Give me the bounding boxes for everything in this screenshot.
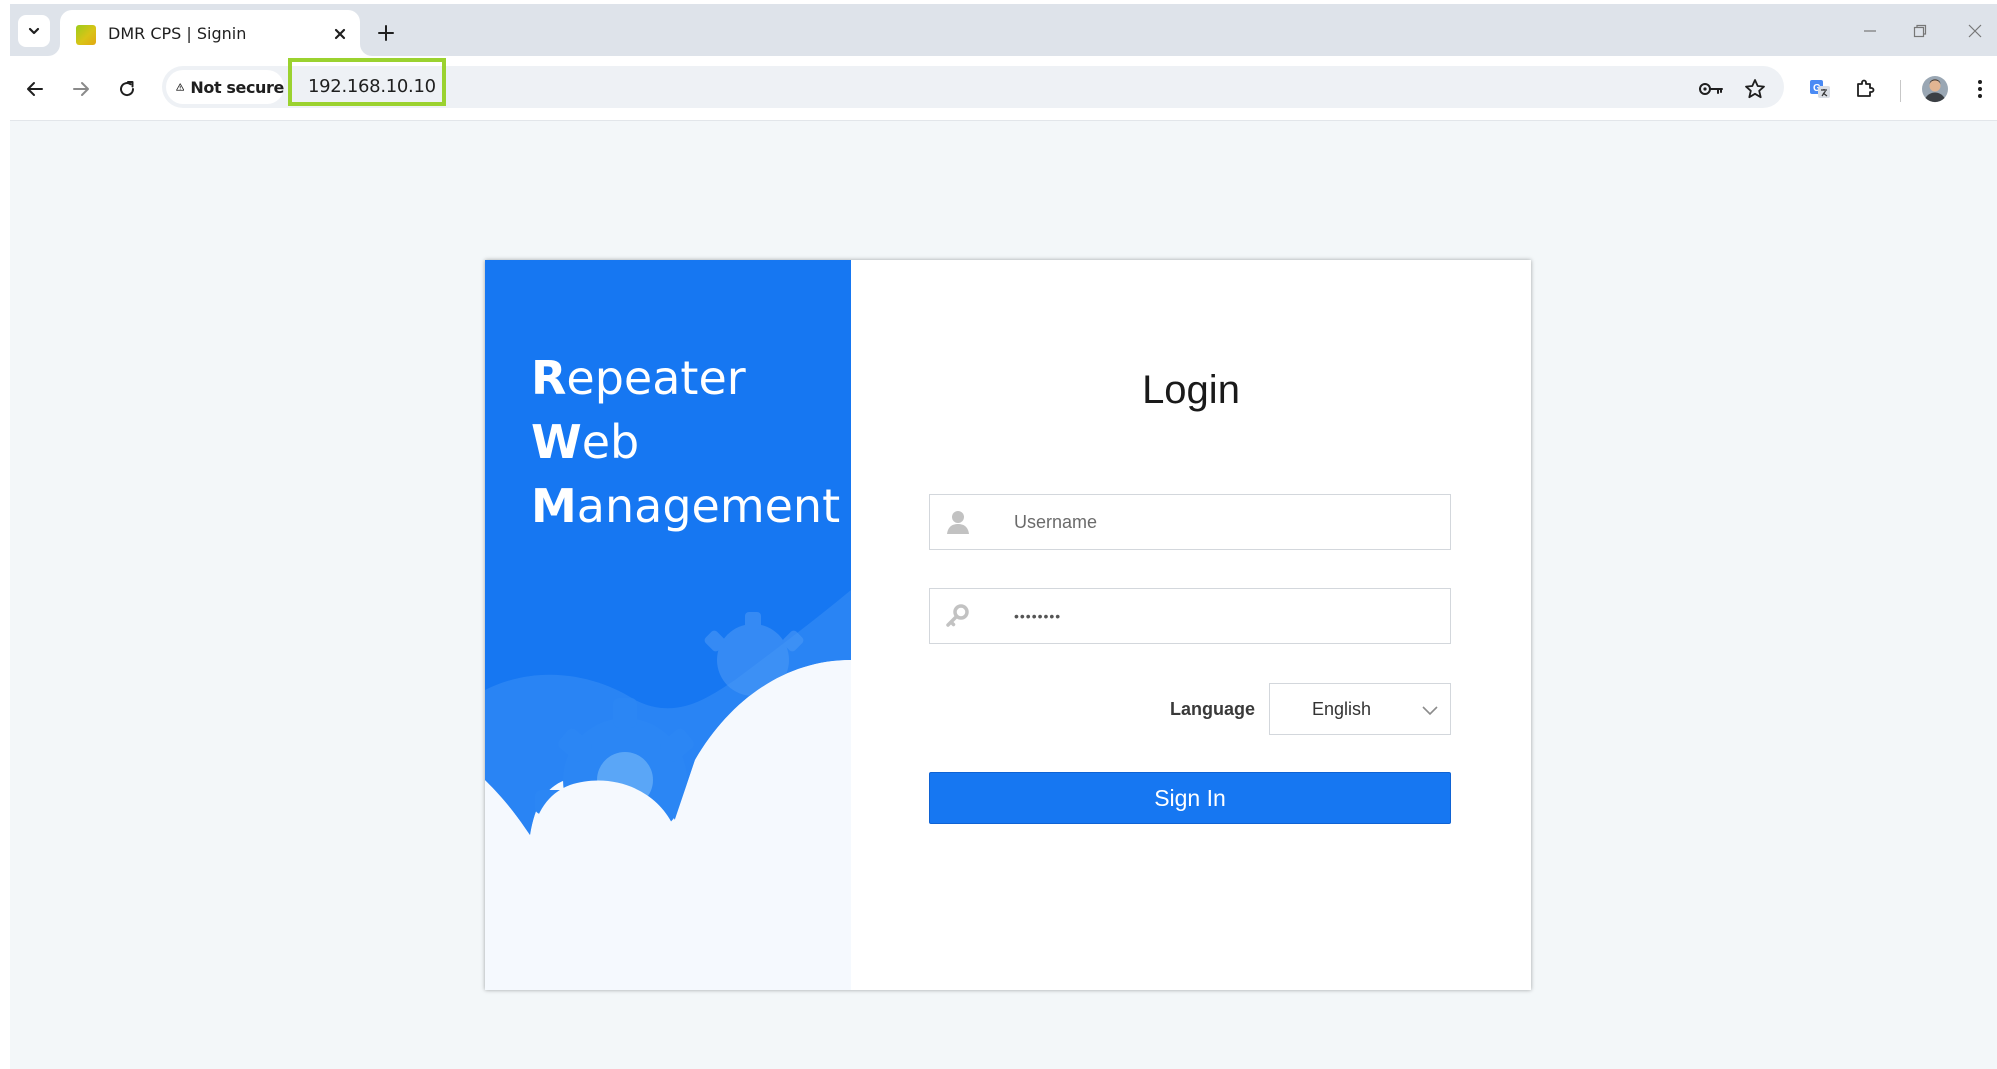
tab-strip: DMR CPS | Signin bbox=[10, 4, 1997, 56]
login-title: Login bbox=[1142, 368, 1240, 412]
warning-triangle-icon bbox=[176, 83, 185, 91]
restore-icon bbox=[1913, 24, 1927, 38]
kebab-menu-icon bbox=[1978, 80, 1982, 98]
new-tab-button[interactable] bbox=[372, 19, 400, 47]
puzzle-icon bbox=[1857, 79, 1875, 97]
brand-line-web: Web bbox=[531, 415, 640, 469]
password-mask: •••••••• bbox=[1014, 608, 1062, 624]
avatar bbox=[1922, 76, 1948, 103]
brand-title: Repeater Web Management bbox=[531, 346, 840, 538]
close-window-icon bbox=[1968, 24, 1982, 38]
language-value: English bbox=[1312, 699, 1372, 719]
user-icon bbox=[947, 511, 969, 534]
back-button[interactable] bbox=[20, 74, 50, 104]
url-text[interactable]: 192.168.10.10 bbox=[308, 76, 436, 97]
browser-window: DMR CPS | Signin Not secure 192.168.10.1… bbox=[10, 4, 1997, 1069]
key-icon bbox=[1699, 83, 1723, 95]
favicon-icon bbox=[76, 25, 96, 45]
tab-title: DMR CPS | Signin bbox=[108, 24, 247, 43]
reload-button[interactable] bbox=[112, 74, 142, 104]
browser-toolbar: Not secure 192.168.10.10 G bbox=[10, 56, 1997, 121]
browser-menu-button[interactable] bbox=[1965, 74, 1995, 104]
security-chip[interactable]: Not secure bbox=[166, 70, 284, 104]
security-chip-label: Not secure bbox=[190, 77, 284, 97]
back-arrow-icon bbox=[27, 82, 43, 96]
reload-icon bbox=[120, 81, 135, 97]
bookmark-button[interactable] bbox=[1740, 74, 1770, 104]
translate-icon: G bbox=[1810, 80, 1830, 98]
language-select[interactable]: English bbox=[1269, 683, 1451, 735]
brand-line-repeater: Repeater bbox=[531, 351, 746, 405]
brand-line-management: Management bbox=[531, 479, 841, 533]
login-card: Repeater Web Management Login Username •… bbox=[485, 260, 1531, 990]
close-tab-button[interactable] bbox=[328, 22, 352, 46]
translate-button[interactable]: G bbox=[1805, 74, 1835, 104]
password-field[interactable]: •••••••• bbox=[929, 588, 1451, 644]
chevron-down-icon bbox=[28, 27, 40, 35]
password-key-button[interactable] bbox=[1696, 74, 1726, 104]
profile-button[interactable] bbox=[1920, 74, 1950, 104]
tab-active[interactable]: DMR CPS | Signin bbox=[60, 10, 360, 56]
star-icon bbox=[1745, 79, 1765, 99]
language-label: Language bbox=[1169, 699, 1255, 719]
close-window-button[interactable] bbox=[1960, 18, 1990, 44]
chevron-down-icon bbox=[1422, 706, 1438, 716]
extensions-button[interactable] bbox=[1850, 74, 1880, 104]
login-form: Login Username •••••••• Language English… bbox=[851, 260, 1531, 990]
username-placeholder: Username bbox=[1014, 512, 1098, 532]
minimize-icon bbox=[1864, 30, 1876, 32]
restore-button[interactable] bbox=[1905, 18, 1935, 44]
brand-panel: Repeater Web Management bbox=[485, 260, 851, 990]
forward-button[interactable] bbox=[66, 74, 96, 104]
minimize-button[interactable] bbox=[1855, 18, 1885, 44]
page-viewport: Repeater Web Management Login Username •… bbox=[10, 121, 1997, 1069]
forward-arrow-icon bbox=[73, 82, 89, 96]
tab-list-button[interactable] bbox=[18, 15, 50, 47]
close-icon bbox=[334, 28, 346, 40]
sign-in-button[interactable]: Sign In bbox=[929, 772, 1451, 824]
toolbar-divider bbox=[1900, 80, 1901, 102]
username-field[interactable]: Username bbox=[929, 494, 1451, 550]
plus-icon bbox=[378, 25, 394, 41]
address-bar[interactable]: Not secure 192.168.10.10 bbox=[162, 58, 1784, 108]
key-icon bbox=[946, 604, 969, 627]
